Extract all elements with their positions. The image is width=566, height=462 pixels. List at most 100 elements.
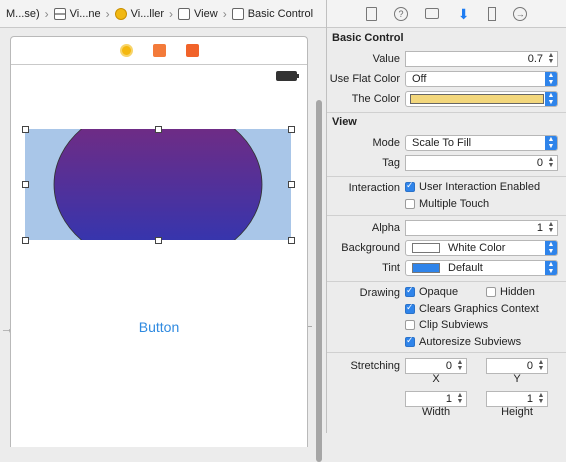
first-responder-icon[interactable] (152, 44, 166, 57)
stretch-x-caption: X (432, 373, 440, 385)
tint-value: Default (448, 262, 483, 274)
color-swatch (412, 243, 440, 254)
interface-builder-canvas[interactable]: → Button (0, 29, 326, 462)
user-interaction-checkbox[interactable]: User Interaction Enabled (405, 180, 540, 194)
resize-handle[interactable] (155, 126, 162, 133)
checkbox-label: Clears Graphics Context (419, 303, 539, 315)
divider (327, 176, 566, 177)
the-color-popup[interactable]: ▲ ▼ (405, 91, 558, 107)
stretch-width-field[interactable]: 1 ▲ ▼ (405, 391, 467, 407)
opaque-checkbox[interactable]: Opaque (405, 285, 458, 299)
breadcrumb-item[interactable]: M...se) (6, 8, 40, 20)
divider (327, 352, 566, 353)
connections-inspector-icon[interactable]: → (513, 6, 528, 21)
stepper-icon[interactable]: ▲ ▼ (546, 156, 556, 169)
checkbox-checked-icon (405, 285, 415, 297)
background-popup[interactable]: White Color ▲ ▼ (405, 240, 558, 256)
quick-help-icon[interactable]: ? (393, 6, 408, 21)
checkbox-checked-icon (405, 302, 415, 314)
drawing-label: Drawing (359, 287, 400, 299)
chevron-right-icon: › (222, 6, 227, 21)
value-label: Value (372, 53, 400, 65)
height-caption: Height (501, 406, 533, 418)
size-inspector-icon[interactable] (487, 6, 496, 21)
jump-bar: M...se) › Vi...ne › Vi...ller › View › B… (0, 0, 326, 28)
clears-graphics-checkbox[interactable]: Clears Graphics Context (405, 302, 539, 316)
autoresize-checkbox[interactable]: Autoresize Subviews (405, 335, 521, 349)
stretch-y-field[interactable]: 0 ▲ ▼ (486, 358, 548, 374)
stepper-icon[interactable]: ▲ ▼ (455, 359, 465, 372)
alpha-label: Alpha (371, 222, 400, 234)
identity-inspector-icon[interactable] (425, 8, 440, 19)
popup-arrows-icon: ▲ ▼ (545, 136, 557, 150)
resize-handle[interactable] (288, 126, 295, 133)
stepper-icon[interactable]: ▲ ▼ (455, 392, 465, 405)
checkbox-label: Hidden (500, 286, 535, 298)
view-controller-icon (114, 7, 127, 20)
alpha-field[interactable]: 1 ▲ ▼ (405, 220, 558, 236)
value-field[interactable]: 0.7 ▲ ▼ (405, 51, 558, 67)
clip-subviews-checkbox[interactable]: Clip Subviews (405, 318, 488, 332)
tint-label: Tint (382, 262, 400, 274)
checkbox-label: Opaque (419, 286, 459, 298)
stretch-x-value: 0 (445, 360, 452, 372)
button[interactable]: Button (11, 319, 307, 335)
checkbox-checked-icon (405, 180, 415, 192)
flat-color-row: Use Flat Color Off ▲ ▼ (327, 71, 566, 89)
mode-popup[interactable]: Scale To Fill ▲ ▼ (405, 135, 558, 151)
resize-handle[interactable] (22, 237, 29, 244)
tag-field[interactable]: 0 ▲ ▼ (405, 155, 558, 171)
checkbox-unchecked-icon (405, 199, 415, 209)
background-label: Background (341, 242, 400, 254)
stepper-icon[interactable]: ▲ ▼ (536, 359, 546, 372)
stepper-icon[interactable]: ▲ ▼ (536, 392, 546, 405)
breadcrumb-item[interactable]: View (178, 7, 218, 20)
resize-handle[interactable] (22, 126, 29, 133)
view-controller-icon[interactable] (119, 44, 133, 57)
flat-color-popup[interactable]: Off ▲ ▼ (405, 71, 558, 87)
stretching-label: Stretching (350, 360, 400, 372)
breadcrumb-label: M...se) (6, 7, 40, 20)
vertical-scrollbar[interactable] (316, 100, 322, 462)
view-icon (178, 7, 191, 20)
hidden-checkbox[interactable]: Hidden (486, 285, 535, 299)
popup-arrows-icon: ▲ ▼ (545, 261, 557, 275)
resize-handle[interactable] (155, 237, 162, 244)
exit-icon[interactable] (185, 44, 199, 57)
tint-popup[interactable]: Default ▲ ▼ (405, 260, 558, 276)
checkbox-label: Clip Subviews (419, 319, 489, 331)
stepper-icon[interactable]: ▲ ▼ (546, 221, 556, 234)
mode-row: Mode Scale To Fill ▲ ▼ (327, 135, 566, 153)
autoresize-row: Autoresize Subviews (327, 335, 566, 353)
breadcrumb-item[interactable]: Basic Control (231, 7, 313, 20)
popup-arrows-icon: ▲ ▼ (545, 72, 557, 86)
mode-value: Scale To Fill (412, 137, 472, 149)
checkbox-checked-icon (405, 335, 415, 347)
basic-control-view[interactable] (25, 129, 291, 240)
multiple-touch-row: Multiple Touch (327, 197, 566, 215)
breadcrumb-item[interactable]: Vi...ne (53, 7, 101, 20)
tag-label: Tag (382, 157, 400, 169)
the-color-label: The Color (351, 93, 400, 105)
attributes-inspector-icon[interactable]: ⬇ (457, 7, 471, 21)
resize-handle[interactable] (22, 181, 29, 188)
tag-row: Tag 0 ▲ ▼ (327, 155, 566, 173)
stretch-height-field[interactable]: 1 ▲ ▼ (486, 391, 548, 407)
clip-row: Clip Subviews (327, 318, 566, 336)
chevron-right-icon: › (169, 6, 174, 21)
resize-handle[interactable] (288, 181, 295, 188)
interaction-row: Interaction User Interaction Enabled (327, 180, 566, 198)
multiple-touch-checkbox[interactable]: Multiple Touch (405, 197, 489, 211)
breadcrumb-item[interactable]: Vi...ller (114, 7, 165, 20)
resize-handle[interactable] (288, 237, 295, 244)
alpha-value: 1 (536, 222, 543, 234)
stepper-icon[interactable]: ▲ ▼ (546, 52, 556, 65)
value-row: Value 0.7 ▲ ▼ (327, 51, 566, 69)
status-bar (11, 65, 307, 85)
stretch-x-field[interactable]: 0 ▲ ▼ (405, 358, 467, 374)
file-inspector-icon[interactable] (365, 6, 377, 21)
breadcrumb-label: Vi...ne (69, 7, 101, 20)
divider (327, 112, 566, 113)
view-controller-scene[interactable]: Button (10, 36, 308, 447)
breadcrumb-label: Vi...ller (130, 7, 165, 20)
